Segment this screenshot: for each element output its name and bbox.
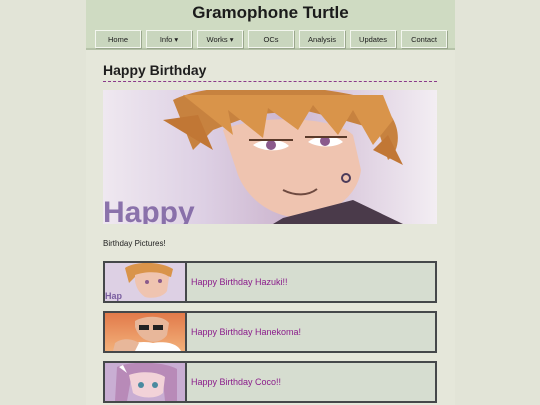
birthday-banner-image: Happy <box>103 90 437 224</box>
banner-illustration: Happy <box>103 90 403 224</box>
birthday-list: Hap Happy Birthday Hazuki!! Happy Birthd… <box>103 261 437 403</box>
hazuki-thumbnail: Hap <box>105 263 187 301</box>
site-header: Gramophone Turtle Home Info ▾ Works ▾ OC… <box>86 0 455 50</box>
main-nav: Home Info ▾ Works ▾ OCs Analysis Updates… <box>95 30 447 48</box>
birthday-pictures-label: Birthday Pictures! <box>103 239 166 248</box>
birthday-item-hazuki[interactable]: Hap Happy Birthday Hazuki!! <box>103 261 437 303</box>
site-title[interactable]: Gramophone Turtle <box>86 3 455 23</box>
banner-happy-text: Happy <box>103 196 195 224</box>
nav-info-button[interactable]: Info ▾ <box>146 30 192 48</box>
coco-thumbnail <box>105 363 187 401</box>
birthday-link-hanekoma[interactable]: Happy Birthday Hanekoma! <box>191 327 301 337</box>
page-container: Gramophone Turtle Home Info ▾ Works ▾ OC… <box>86 0 455 405</box>
svg-text:Hap: Hap <box>105 291 123 301</box>
nav-ocs-button[interactable]: OCs <box>248 30 294 48</box>
main-content: Happy Birthday Happy Birthday Pictures! … <box>103 62 437 405</box>
birthday-link-hazuki[interactable]: Happy Birthday Hazuki!! <box>191 277 288 287</box>
hanekoma-thumbnail <box>105 313 187 351</box>
nav-updates-button[interactable]: Updates <box>350 30 396 48</box>
page-title: Happy Birthday <box>103 62 437 82</box>
nav-contact-button[interactable]: Contact <box>401 30 447 48</box>
birthday-item-hanekoma[interactable]: Happy Birthday Hanekoma! <box>103 311 437 353</box>
birthday-item-coco[interactable]: Happy Birthday Coco!! <box>103 361 437 403</box>
nav-home-button[interactable]: Home <box>95 30 141 48</box>
nav-analysis-button[interactable]: Analysis <box>299 30 345 48</box>
birthday-link-coco[interactable]: Happy Birthday Coco!! <box>191 377 281 387</box>
nav-works-button[interactable]: Works ▾ <box>197 30 243 48</box>
